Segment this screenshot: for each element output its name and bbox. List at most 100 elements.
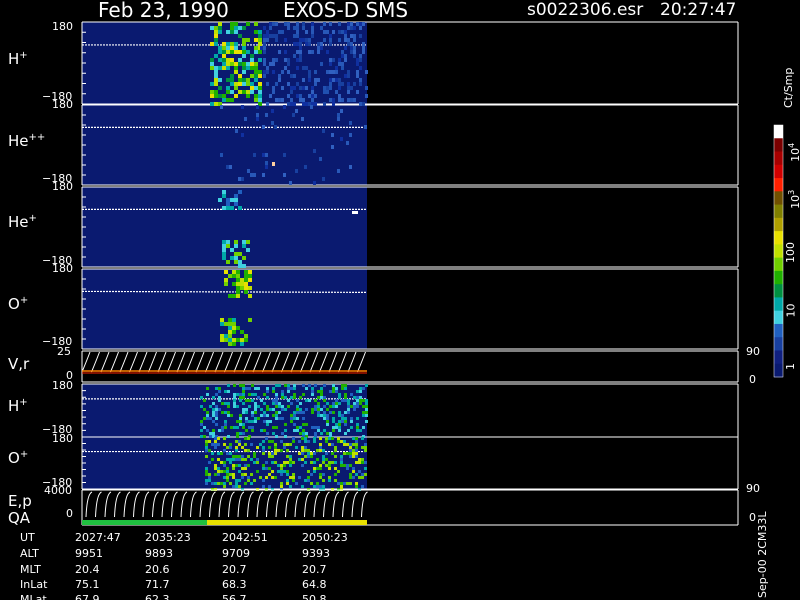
spectrogram-cell — [230, 58, 234, 62]
spectrogram-cell — [240, 282, 244, 286]
spectrogram-cell — [349, 464, 352, 467]
spectrogram-cell — [365, 86, 368, 90]
spectrogram-cell — [236, 270, 240, 274]
spectrogram-cell — [248, 294, 252, 298]
spectrogram-cell — [355, 455, 358, 458]
ep-trace — [199, 491, 207, 518]
spectrogram-cell — [316, 449, 319, 452]
spectrogram-cell — [349, 482, 352, 485]
spectrogram-cell — [292, 437, 295, 440]
spectrogram-cell — [209, 405, 212, 408]
spectrogram-cell — [284, 423, 287, 426]
spectrogram-cell — [265, 165, 268, 169]
spectrogram-cell — [287, 399, 290, 402]
spectrogram-cell — [350, 426, 353, 429]
spectrogram-cell — [211, 443, 214, 446]
spectrogram-cell — [323, 22, 326, 26]
spectrogram-cell — [347, 405, 350, 408]
spectrogram-cell — [227, 405, 230, 408]
spectrogram-cell — [317, 42, 320, 46]
spectrogram-cell — [230, 256, 234, 260]
spectrogram-cell — [224, 420, 227, 423]
spectrogram-cell — [313, 452, 316, 455]
spectrogram-cell — [296, 399, 299, 402]
spectrogram-cell — [215, 414, 218, 417]
spectrogram-cell — [293, 26, 296, 30]
spectrogram-cell — [290, 74, 293, 78]
spectrogram-cell — [308, 70, 311, 74]
spectrogram-cell — [258, 34, 262, 38]
spectrogram-cell — [234, 62, 238, 66]
spectrogram-cell — [299, 46, 302, 50]
spectrogram-cell — [296, 50, 299, 54]
spectrogram-cell — [280, 470, 283, 473]
spectrogram-cell — [232, 322, 236, 326]
spectrogram-cell — [286, 461, 289, 464]
spectrogram-cell — [271, 109, 274, 113]
lower-1-ytop: 180 — [52, 432, 73, 445]
spectrogram-cell — [341, 387, 344, 390]
spectrogram-cell — [214, 34, 218, 38]
spectrogram-cell — [350, 22, 353, 26]
spectrogram-cell — [281, 432, 284, 435]
spectrogram-cell — [229, 473, 232, 476]
spectrogram-cell — [310, 452, 313, 455]
spectrogram-cell — [218, 408, 221, 411]
spectrogram-cell — [356, 58, 359, 62]
sms-plot-page: Feb 23, 1990 EXOS-D SMS s0022306.esr 20:… — [0, 0, 800, 600]
spectrogram-cell — [218, 396, 221, 399]
spectrogram-cell — [272, 426, 275, 429]
spectrogram-cell — [359, 82, 362, 86]
spectrogram-cell — [238, 74, 242, 78]
spectrogram-cell — [266, 405, 269, 408]
spectrogram-cell — [260, 399, 263, 402]
spectrogram-cell — [308, 78, 311, 82]
spectrogram-cell — [232, 274, 236, 278]
spectrogram-cell — [334, 473, 337, 476]
spectrogram-cell — [258, 82, 262, 86]
spectrogram-cell — [226, 479, 229, 482]
spectrogram-cell — [262, 449, 265, 452]
spectrogram-cell — [344, 399, 347, 402]
spectrogram-cell — [299, 426, 302, 429]
spectrogram-cell — [326, 432, 329, 435]
spectrogram-cell — [323, 429, 326, 432]
spectrogram-cell — [307, 455, 310, 458]
spectrogram-cell — [359, 78, 362, 82]
spectrogram-cell — [338, 393, 341, 396]
spectrogram-cell — [359, 387, 362, 390]
spectrogram-cell — [222, 66, 226, 70]
spectrogram-cell — [344, 46, 347, 50]
spectrogram-cell — [347, 74, 350, 78]
spectrogram-cell — [365, 70, 368, 74]
spectrogram-cell — [251, 426, 254, 429]
spectrogram-cell — [299, 42, 302, 46]
spectrogram-cell — [349, 455, 352, 458]
spectrogram-cell — [326, 402, 329, 405]
spectrogram-cell — [283, 464, 286, 467]
spectrogram-cell — [275, 58, 278, 62]
spectrogram-cell — [238, 50, 242, 54]
spectrogram-cell — [234, 26, 238, 30]
spectrogram-cell — [346, 467, 349, 470]
spectrogram-cell — [239, 423, 242, 426]
spectrogram-cell — [317, 408, 320, 411]
spectrogram-cell — [230, 198, 234, 202]
spectrogram-cell — [234, 50, 238, 54]
spectrogram-cell — [200, 423, 203, 426]
colorbar-segment — [774, 323, 783, 338]
spectrogram-cell — [262, 446, 265, 449]
spectrogram-cell — [283, 461, 286, 464]
spectrogram-cell — [320, 414, 323, 417]
spectrogram-cell — [311, 411, 314, 414]
spectrogram-cell — [283, 153, 286, 157]
colorbar-segment — [774, 217, 783, 232]
spectrogram-cell — [349, 443, 352, 446]
spectrogram-cell — [212, 411, 215, 414]
spectrogram-cell — [308, 399, 311, 402]
spectrogram-cell — [329, 62, 332, 66]
spectrogram-cell — [214, 74, 218, 78]
spectrogram-cell — [320, 62, 323, 66]
spectrogram-cell — [258, 98, 262, 102]
spectrogram-cell — [344, 420, 347, 423]
